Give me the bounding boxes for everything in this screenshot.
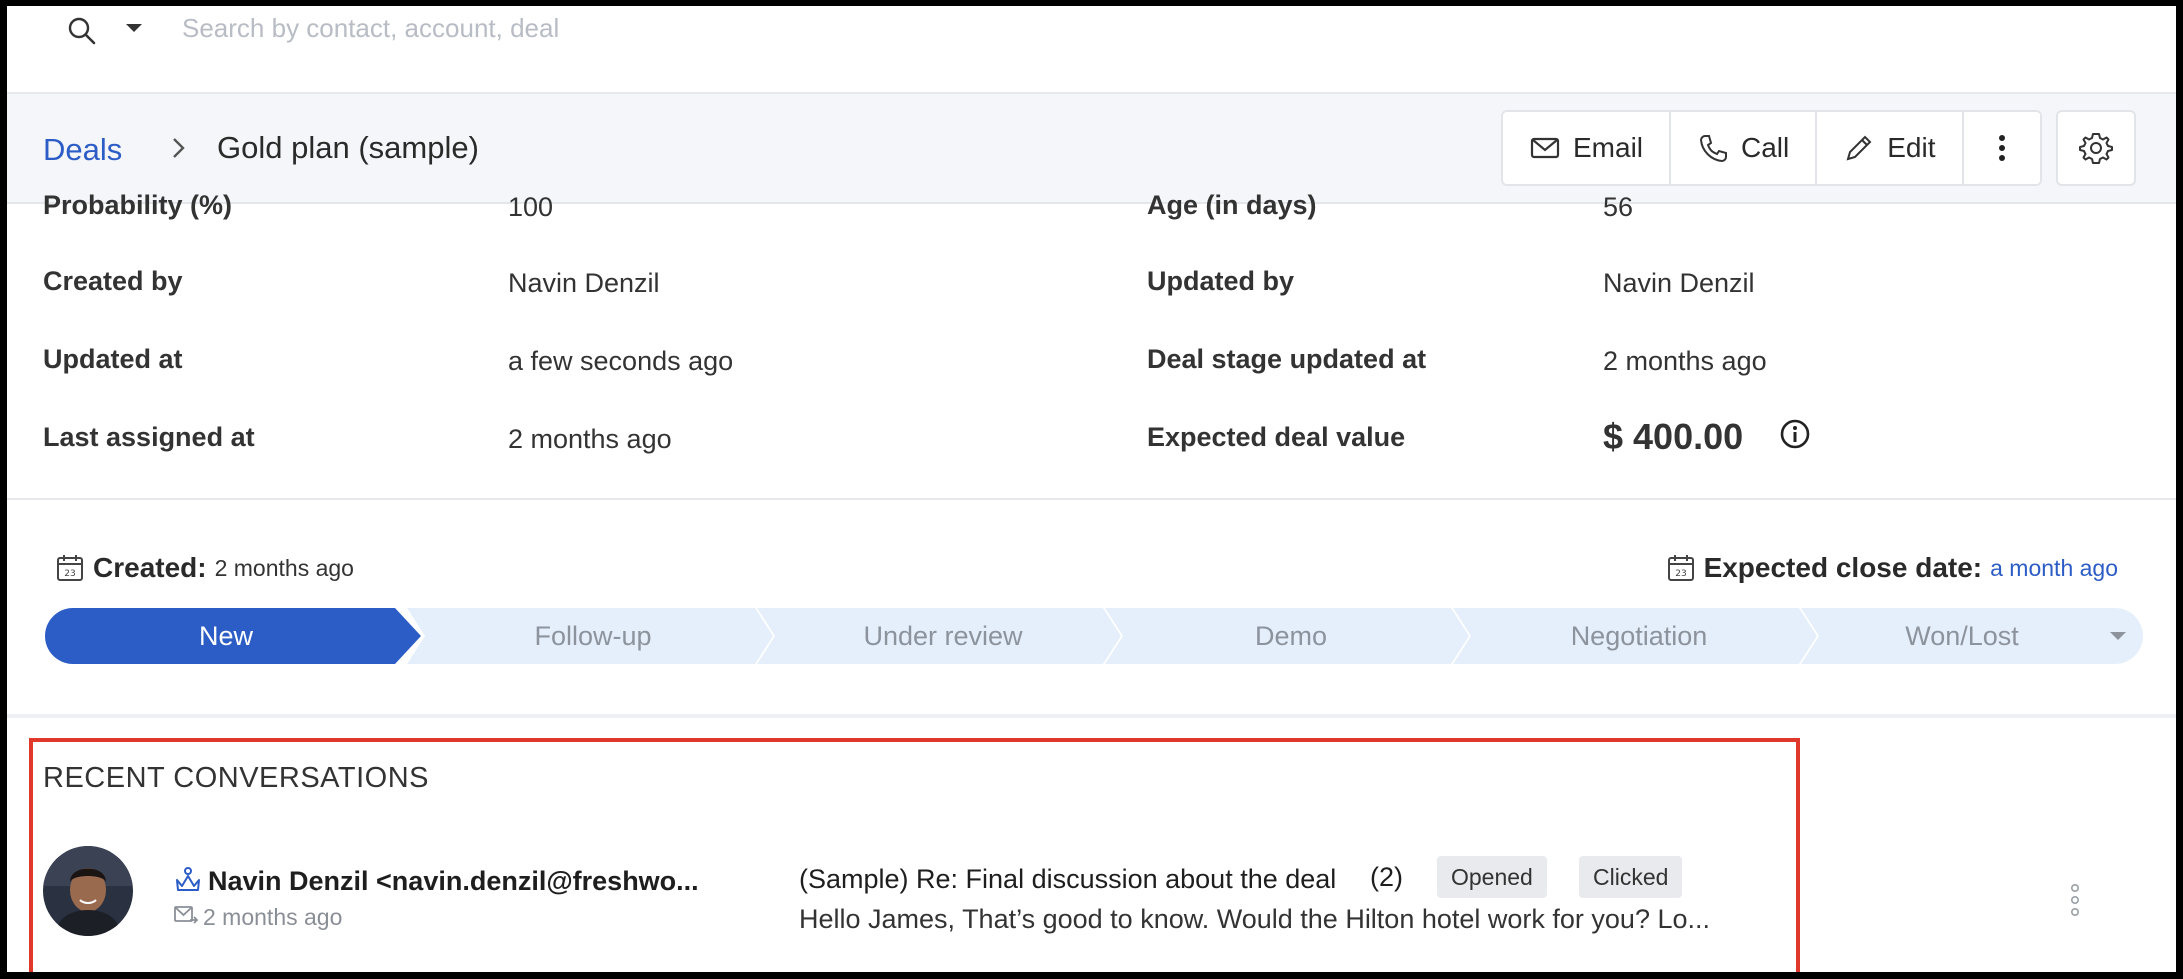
created-by-value: Navin Denzil [508, 268, 660, 298]
email-button-label: Email [1573, 132, 1644, 163]
stage-under-review[interactable]: Under review [773, 608, 1113, 664]
expected-value-amount: $ 400.00 [1603, 416, 1744, 457]
stage-updated-value: 2 months ago [1603, 346, 1767, 376]
recent-conversations-section: RECENT CONVERSATIONS Navin Denzil <navin… [7, 718, 2176, 972]
call-button-label: Call [1741, 132, 1790, 163]
deal-stage-pipeline: New Follow-up Under review Demo Negotiat… [45, 608, 2143, 664]
stage-demo[interactable]: Demo [1121, 608, 1461, 664]
edit-button[interactable]: Edit [1817, 112, 1964, 184]
expected-close-info: 23 Expected close date: a month ago [1666, 552, 2118, 584]
clicked-badge: Clicked [1579, 856, 1683, 898]
probability-label: Probability (%) [43, 190, 233, 220]
phone-icon [1700, 135, 1728, 163]
deal-details: Probability (%) 100 Age (in days) 56 Cre… [7, 190, 2176, 500]
age-label: Age (in days) [1147, 190, 1317, 220]
envelope-icon [1530, 137, 1560, 159]
stage-won-lost[interactable]: Won/Lost [1817, 608, 2107, 664]
deal-header: Deals Gold plan (sample) Email Call Edit [7, 92, 2176, 204]
crown-icon [176, 867, 200, 891]
edit-button-label: Edit [1887, 132, 1936, 163]
calendar-icon: 23 [1667, 555, 1694, 581]
pipeline-section: 23 Created: 2 months ago 23 Expected clo… [7, 500, 2176, 718]
thread-count: (2) [1370, 862, 1403, 892]
sent-mail-icon [174, 906, 199, 924]
info-icon[interactable] [1779, 418, 1811, 450]
stage-updated-label: Deal stage updated at [1147, 344, 1427, 374]
chevron-down-icon[interactable] [2107, 628, 2129, 644]
expected-close-value[interactable]: a month ago [1990, 555, 2118, 582]
search-input[interactable] [182, 8, 1082, 48]
created-key: Created: [93, 552, 207, 583]
row-more-icon[interactable] [2067, 882, 2083, 918]
kebab-menu-icon [1998, 135, 2005, 161]
conversation-time: 2 months ago [203, 904, 343, 930]
conversation-preview[interactable]: Hello James, That’s good to know. Would … [799, 904, 1773, 935]
updated-by-value: Navin Denzil [1603, 268, 1755, 298]
updated-by-label: Updated by [1147, 266, 1295, 296]
last-assigned-value: 2 months ago [508, 424, 672, 454]
settings-button[interactable] [2056, 110, 2136, 186]
opened-badge: Opened [1437, 856, 1547, 898]
call-button[interactable]: Call [1671, 112, 1818, 184]
age-value: 56 [1603, 192, 1634, 222]
last-assigned-label: Last assigned at [43, 422, 255, 452]
created-info: 23 Created: 2 months ago [55, 552, 354, 584]
created-value: 2 months ago [214, 554, 354, 581]
app-window: Deals Gold plan (sample) Email Call [7, 6, 2176, 972]
pencil-icon [1846, 135, 1872, 161]
svg-text:23: 23 [64, 569, 75, 579]
expected-value-label: Expected deal value [1147, 422, 1406, 452]
section-title: RECENT CONVERSATIONS [43, 762, 429, 794]
updated-at-value: a few seconds ago [508, 346, 734, 376]
chevron-down-icon[interactable] [123, 20, 145, 36]
page-title: Gold plan (sample) [217, 130, 479, 165]
svg-text:23: 23 [1675, 569, 1686, 579]
more-options-button[interactable] [1963, 112, 2040, 184]
email-button[interactable]: Email [1503, 112, 1672, 184]
conversation-sender[interactable]: Navin Denzil <navin.denzil@freshwo... [208, 866, 699, 897]
profile-photo [43, 846, 133, 936]
created-by-label: Created by [43, 266, 183, 296]
avatar[interactable] [43, 846, 133, 936]
stage-followup[interactable]: Follow-up [423, 608, 763, 664]
chevron-right-icon [173, 138, 185, 158]
calendar-icon: 23 [57, 555, 83, 581]
search-icon[interactable] [65, 14, 99, 48]
breadcrumb-deals-link[interactable]: Deals [43, 132, 122, 168]
stage-negotiation[interactable]: Negotiation [1469, 608, 1809, 664]
probability-value: 100 [508, 192, 554, 222]
action-toolbar: Email Call Edit [1501, 110, 2042, 186]
conversation-subject[interactable]: (Sample) Re: Final discussion about the … [799, 864, 1336, 895]
gear-icon [2079, 133, 2113, 164]
updated-at-label: Updated at [43, 344, 183, 374]
search-bar [7, 6, 2176, 92]
expected-close-key: Expected close date: [1703, 552, 1983, 583]
stage-new[interactable]: New [45, 608, 407, 664]
